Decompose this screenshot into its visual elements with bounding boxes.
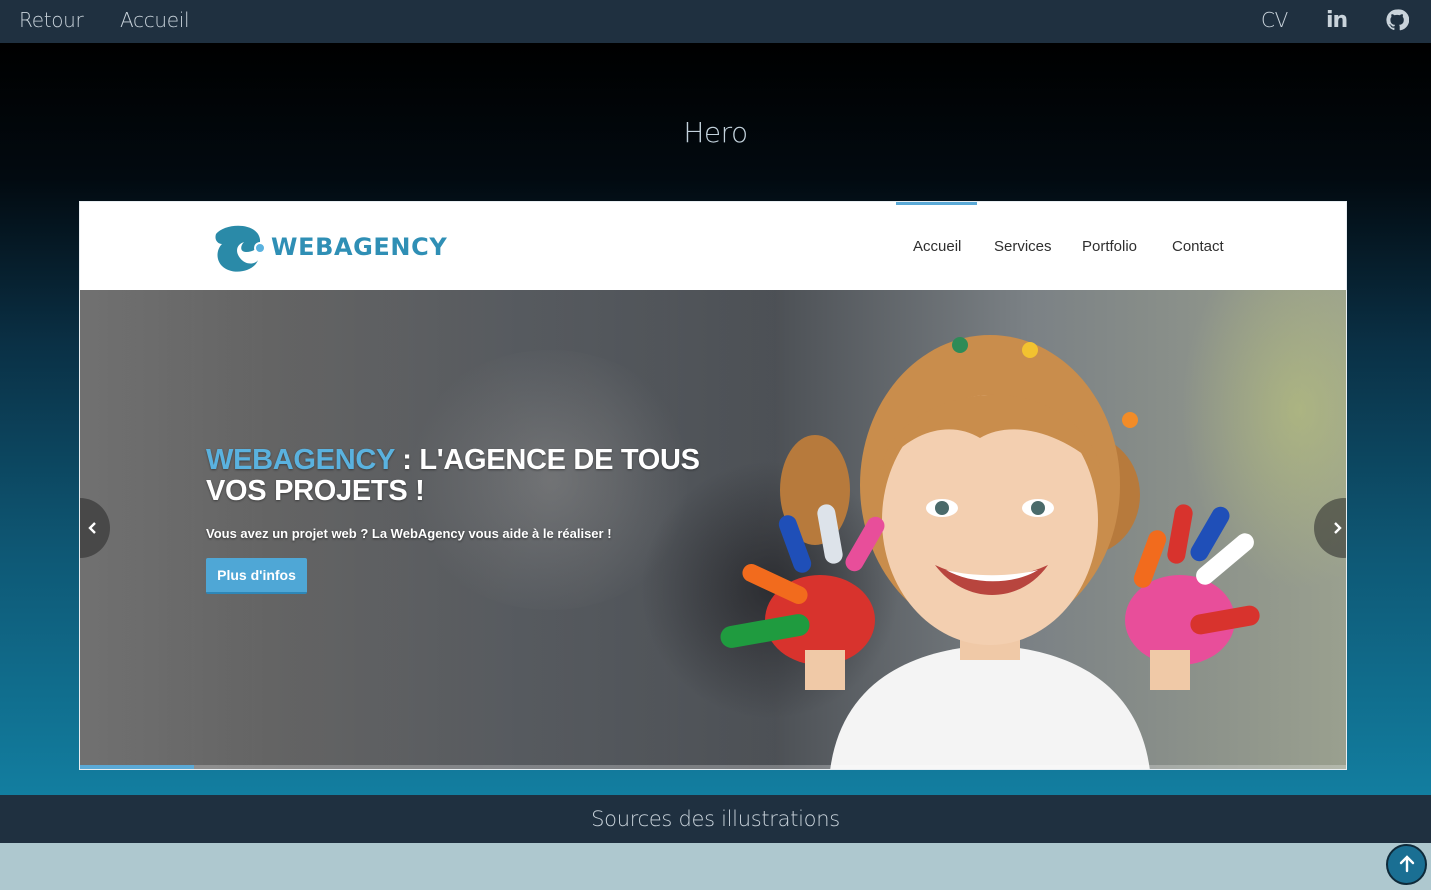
- cv-link[interactable]: CV: [1261, 8, 1288, 32]
- site-nav-contact[interactable]: Contact: [1172, 238, 1224, 255]
- slider-progress: [80, 765, 1346, 769]
- linkedin-icon[interactable]: in: [1326, 8, 1348, 33]
- page-bottom: [0, 843, 1431, 890]
- sources-link[interactable]: Sources des illustrations: [591, 807, 840, 831]
- home-link[interactable]: Accueil: [120, 8, 190, 32]
- sources-bar: Sources des illustrations: [0, 795, 1431, 843]
- chevron-left-icon: [88, 522, 96, 534]
- site-nav-portfolio[interactable]: Portfolio: [1082, 238, 1137, 255]
- logo-text: WEBAGENCY: [271, 233, 448, 261]
- hero-title: Hero: [683, 116, 748, 149]
- site-nav-accueil[interactable]: Accueil: [913, 238, 961, 255]
- hero-section: Hero WEBAGENCY Accueil Services Portfoli…: [0, 43, 1431, 795]
- active-nav-indicator: [896, 202, 977, 205]
- top-navigation-bar: Retour Accueil CV in: [0, 0, 1431, 43]
- site-nav-services[interactable]: Services: [994, 238, 1052, 255]
- website-preview: WEBAGENCY Accueil Services Portfolio Con…: [79, 201, 1347, 770]
- hero-slider: WEBAGENCY : L'AGENCE DE TOUS VOS PROJETS…: [80, 290, 1346, 769]
- github-icon[interactable]: [1385, 8, 1409, 32]
- arrow-up-icon: [1399, 855, 1415, 873]
- slide-title-brand: WEBAGENCY: [206, 444, 395, 476]
- child-painted-hands-image: [720, 335, 1260, 769]
- chevron-right-icon: [1334, 522, 1342, 534]
- slide-subtitle: Vous avez un projet web ? La WebAgency v…: [206, 526, 612, 541]
- webagency-logo-icon: [215, 225, 266, 272]
- slide-title: WEBAGENCY : L'AGENCE DE TOUS VOS PROJETS…: [206, 445, 726, 507]
- back-link[interactable]: Retour: [19, 8, 84, 32]
- scroll-to-top-button[interactable]: [1386, 844, 1427, 885]
- site-header: WEBAGENCY Accueil Services Portfolio Con…: [80, 202, 1346, 290]
- slider-progress-fill: [80, 765, 194, 769]
- more-info-button[interactable]: Plus d'infos: [206, 558, 307, 594]
